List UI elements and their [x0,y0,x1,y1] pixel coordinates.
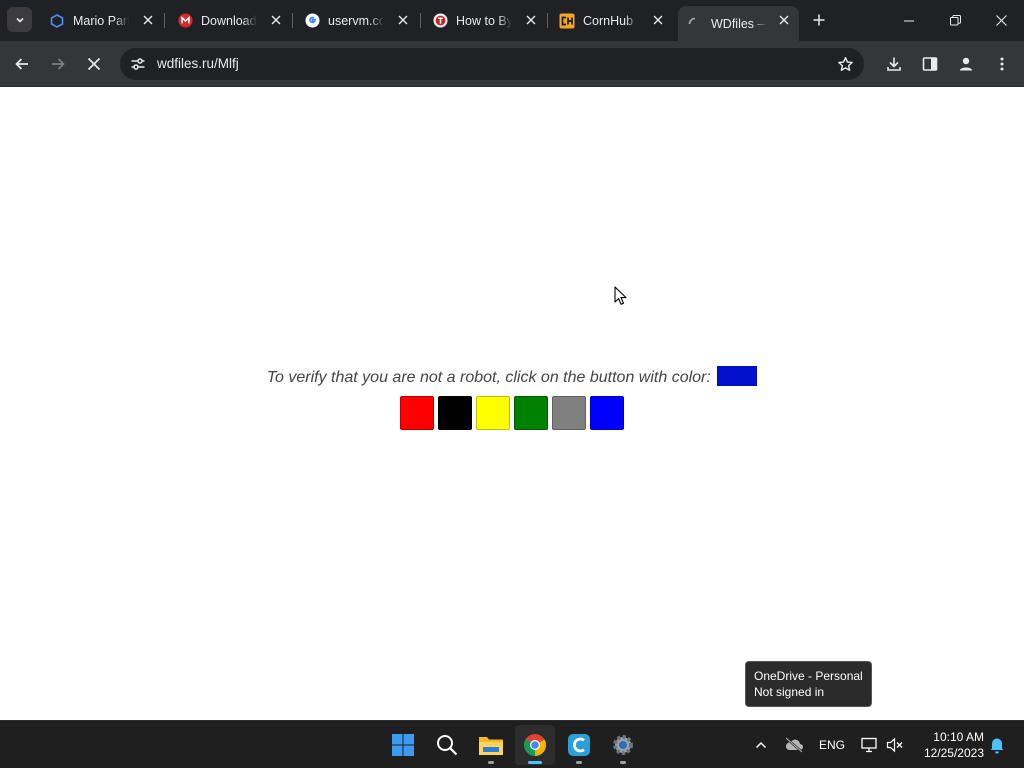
onedrive-tray-button[interactable] [782,733,806,757]
file-explorer-icon [479,737,503,755]
stop-x-icon [87,57,101,71]
running-indicator [488,761,494,764]
url-text[interactable]: wdfiles.ru/Mlfj [157,56,239,71]
color-button-black[interactable] [438,396,472,430]
captcha-prompt-text: To verify that you are not a robot, clic… [266,369,711,386]
downloads-button[interactable] [880,50,908,78]
side-panel-icon [922,57,938,71]
close-window-button[interactable] [978,0,1024,41]
tab-separator [547,13,548,28]
person-icon [959,57,973,71]
color-button-red[interactable] [400,396,434,430]
arrow-left-icon [15,58,28,70]
clock-time: 10:10 AM [933,730,984,744]
settings-icon [613,735,633,755]
tab-search-button[interactable] [7,7,32,32]
tab-how-to-bypass[interactable]: How to Bypass [423,6,546,35]
tab-uservm[interactable]: uservm.com [295,6,418,35]
color-button-blue[interactable] [590,396,624,430]
color-button-row [0,396,1024,430]
tab-wdfiles[interactable]: WDfiles — [678,6,799,41]
tab-close-icon[interactable] [269,13,283,27]
network-tray-button[interactable] [857,733,881,757]
arrow-right-icon [52,58,65,70]
tab-separator [164,13,165,28]
new-tab-button[interactable] [808,9,830,31]
address-bar[interactable]: wdfiles.ru/Mlfj [120,48,864,80]
onedrive-tooltip: OneDrive - Personal Not signed in [745,661,872,707]
web-page: To verify that you are not a robot, clic… [0,87,1024,720]
speaker-muted-icon [886,737,903,753]
running-indicator [576,761,582,764]
taskbar-clock[interactable]: 10:10 AM 12/25/2023 [916,729,984,761]
network-icon [861,737,877,753]
captcha-prompt: To verify that you are not a robot, clic… [0,366,1024,387]
menu-button[interactable] [988,50,1016,78]
start-button[interactable] [383,725,423,765]
close-icon [995,15,1007,26]
plus-icon [813,14,825,26]
color-button-yellow[interactable] [476,396,510,430]
tab-separator [420,13,421,28]
browser-toolbar: wdfiles.ru/Mlfj [0,41,1024,87]
tooltip-line-1: OneDrive - Personal [754,669,863,683]
color-button-green[interactable] [514,396,548,430]
clock-date: 12/25/2023 [923,746,984,760]
taskbar-chrome[interactable] [515,725,555,765]
back-button[interactable] [8,50,36,78]
target-color-swatch [717,366,758,386]
active-indicator [528,761,542,764]
mouse-cursor-icon [614,286,627,305]
site-info-icon[interactable] [128,54,148,74]
search-icon [437,735,458,756]
taskbar-ccleaner[interactable] [559,725,599,765]
tab-separator [292,13,293,28]
start-icon [392,734,414,756]
volume-tray-button[interactable] [883,733,907,757]
restore-icon [949,15,961,26]
taskbar-settings[interactable] [603,725,643,765]
tab-download[interactable]: Download [168,6,291,35]
onedrive-cloud-off-icon [785,737,803,753]
google-icon [304,13,320,29]
minimize-icon [904,20,914,21]
tab-close-icon[interactable] [777,13,791,27]
tab-strip: Mario Party Download uservm.com How to B… [0,0,1024,41]
hexagon-icon [49,13,65,29]
taskbar-search-button[interactable] [427,725,467,765]
ccleaner-icon [568,734,590,756]
tab-close-icon[interactable] [396,13,410,27]
side-panel-button[interactable] [916,50,944,78]
cornhub-icon [559,13,575,29]
mega-icon [177,13,193,29]
loading-spinner-icon [687,16,703,32]
restore-button[interactable] [932,0,978,41]
profile-button[interactable] [952,50,980,78]
download-icon [887,57,901,71]
bookmark-star-icon[interactable] [834,53,856,75]
bell-icon [990,738,1004,754]
tab-close-icon[interactable] [524,13,538,27]
stop-loading-button[interactable] [80,50,108,78]
hacker-icon [432,13,448,29]
minimize-button[interactable] [886,0,932,41]
tooltip-line-2: Not signed in [754,685,825,699]
language-indicator[interactable]: ENG [818,733,846,757]
tab-cornhub[interactable]: CornHub [550,6,673,35]
taskbar-file-explorer[interactable] [471,725,511,765]
tab-close-icon[interactable] [141,13,155,27]
color-button-gray[interactable] [552,396,586,430]
kebab-menu-icon [1000,57,1004,71]
show-hidden-icons-button[interactable] [749,733,773,757]
running-indicator [620,761,626,764]
windows-taskbar: ENG 10:10 AM 12/25/2023 [0,720,1024,768]
tab-mario-party[interactable]: Mario Party [40,6,163,35]
forward-button[interactable] [44,50,72,78]
tab-close-icon[interactable] [651,13,665,27]
chevron-up-icon [755,741,767,749]
chevron-down-icon [15,17,24,23]
chrome-icon [524,734,546,756]
notifications-button[interactable] [985,733,1009,757]
